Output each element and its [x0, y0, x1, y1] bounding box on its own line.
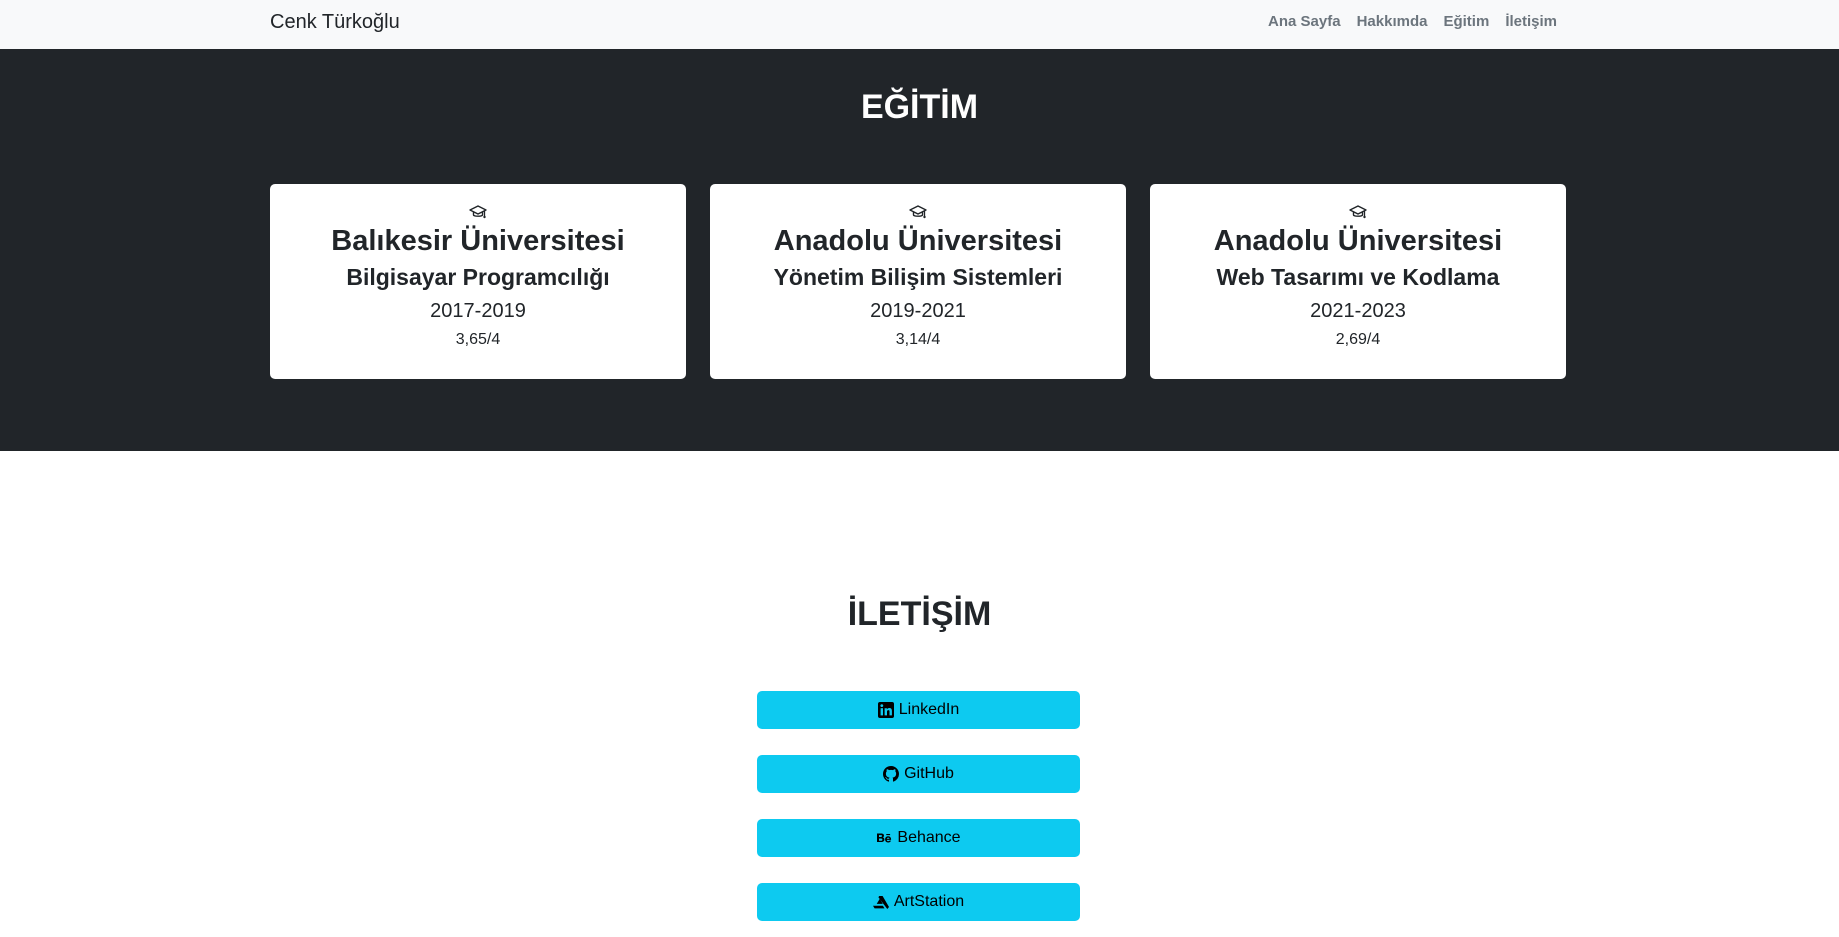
education-section: EĞİTİM Balıkesir Üniversitesi Bilgisayar… — [0, 49, 1839, 451]
graduation-cap-icon — [469, 205, 487, 219]
education-title: EĞİTİM — [860, 88, 979, 126]
department-name: Web Tasarımı ve Kodlama — [1216, 264, 1500, 290]
contact-title: İLETİŞİM — [847, 595, 992, 633]
education-gpa: 3,65/4 — [455, 331, 501, 348]
brand-link[interactable]: Cenk Türkoğlu — [270, 10, 400, 34]
education-years: 2021-2023 — [1310, 300, 1406, 322]
nav-link-education[interactable]: Eğitim — [1443, 12, 1489, 32]
artstation-icon — [872, 896, 889, 909]
education-gpa: 3,14/4 — [895, 331, 941, 348]
linkedin-label: LinkedIn — [898, 701, 960, 718]
education-years: 2017-2019 — [430, 300, 526, 322]
school-name: Balıkesir Üniversitesi — [331, 225, 625, 257]
nav-link-home[interactable]: Ana Sayfa — [1268, 12, 1341, 32]
education-cards: Balıkesir Üniversitesi Bilgisayar Progra… — [270, 184, 1566, 379]
education-card: Balıkesir Üniversitesi Bilgisayar Progra… — [270, 184, 686, 379]
graduation-cap-icon — [1349, 205, 1367, 219]
department-name: Bilgisayar Programcılığı — [346, 264, 610, 290]
behance-button[interactable]: Behance — [757, 819, 1080, 857]
nav-links: Ana Sayfa Hakkımda Eğitim İletişim — [1268, 12, 1557, 32]
behance-label: Behance — [897, 829, 961, 846]
github-icon — [883, 766, 900, 782]
education-card: Anadolu Üniversitesi Web Tasarımı ve Kod… — [1150, 184, 1566, 379]
education-years: 2019-2021 — [870, 300, 966, 322]
artstation-button[interactable]: ArtStation — [757, 883, 1080, 921]
nav-link-contact[interactable]: İletişim — [1505, 12, 1557, 32]
linkedin-button[interactable]: LinkedIn — [757, 691, 1080, 729]
education-card: Anadolu Üniversitesi Yönetim Bilişim Sis… — [710, 184, 1126, 379]
github-button[interactable]: GitHub — [757, 755, 1080, 793]
behance-icon — [877, 833, 892, 843]
nav-link-about[interactable]: Hakkımda — [1357, 12, 1428, 32]
education-gpa: 2,69/4 — [1335, 331, 1381, 348]
graduation-cap-icon — [909, 205, 927, 219]
school-name: Anadolu Üniversitesi — [1213, 225, 1503, 257]
artstation-label: ArtStation — [893, 893, 965, 910]
school-name: Anadolu Üniversitesi — [773, 225, 1063, 257]
contact-buttons: LinkedIn GitHub Behance ArtStation — [757, 691, 1080, 937]
department-name: Yönetim Bilişim Sistemleri — [773, 264, 1063, 290]
linkedin-icon — [877, 702, 894, 718]
navbar: Cenk Türkoğlu Ana Sayfa Hakkımda Eğitim … — [0, 0, 1839, 49]
github-label: GitHub — [904, 765, 954, 782]
